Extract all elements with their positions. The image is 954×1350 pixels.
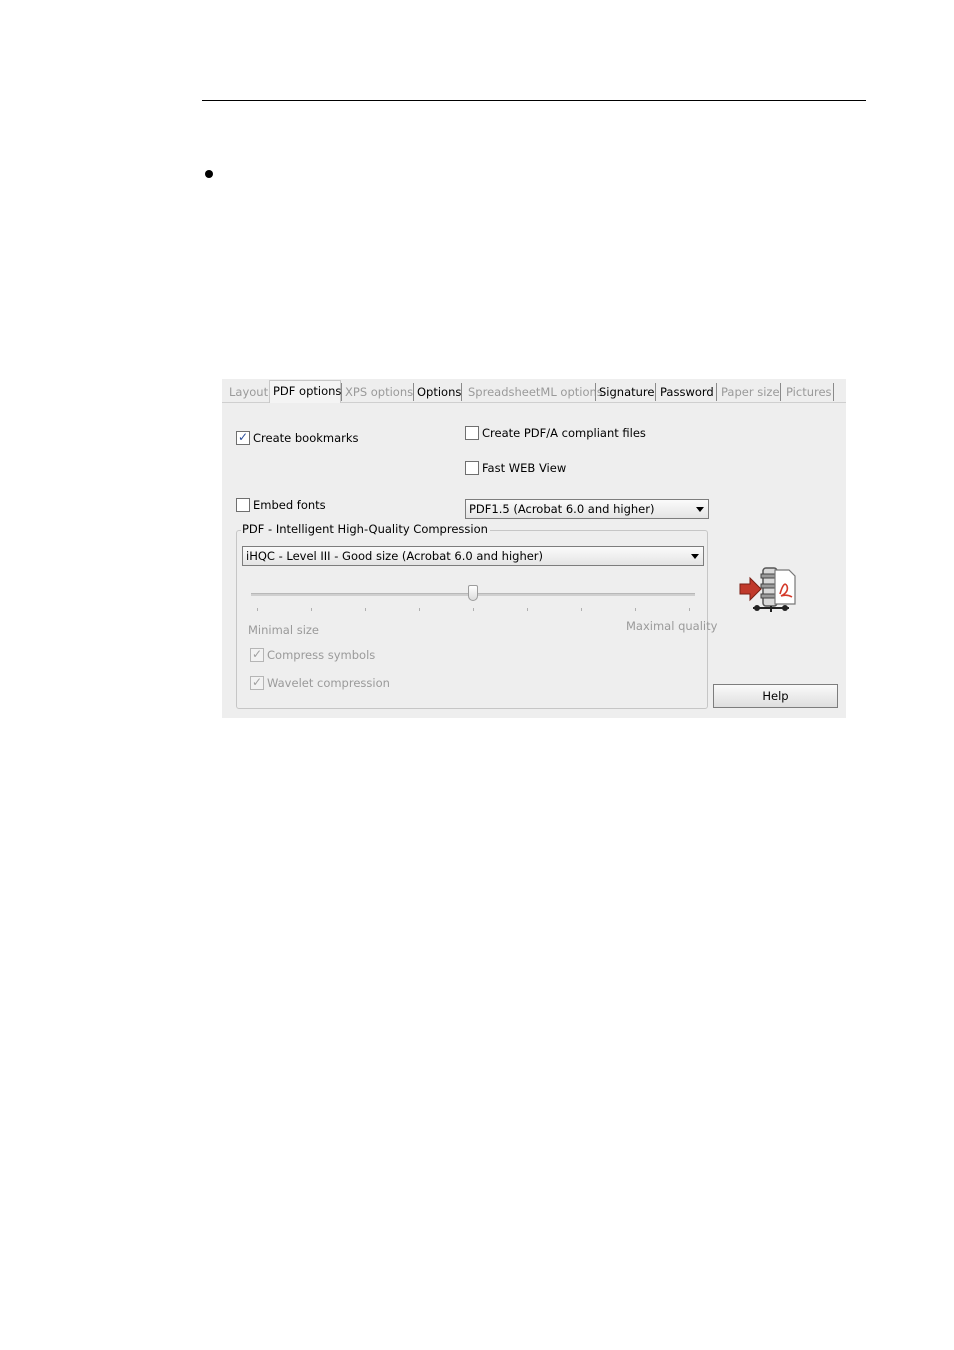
- checkbox-box: ✓: [250, 675, 264, 690]
- chevron-down-icon: [691, 554, 699, 559]
- tab-bar: Layout PDF options XPS options Options S…: [222, 379, 846, 403]
- slider-tick: [581, 608, 582, 611]
- checkmark-icon: ✓: [251, 675, 263, 689]
- tab-label: Paper size: [721, 385, 780, 399]
- compression-level-value: iHQC - Level III - Good size (Acrobat 6.…: [246, 549, 544, 563]
- wavelet-compression-checkbox[interactable]: ✓ Wavelet compression: [250, 675, 390, 690]
- slider-tick: [257, 608, 258, 611]
- fast-web-view-checkbox[interactable]: Fast WEB View: [465, 461, 566, 475]
- pdf-options-dialog: Layout PDF options XPS options Options S…: [222, 379, 846, 718]
- tab-label: Options: [417, 385, 462, 399]
- compression-level-select[interactable]: iHQC - Level III - Good size (Acrobat 6.…: [242, 546, 704, 566]
- slider-tick: [419, 608, 420, 611]
- create-bookmarks-label: Create bookmarks: [253, 431, 359, 445]
- checkbox-box: ✓: [236, 430, 250, 445]
- slider-tick: [311, 608, 312, 611]
- checkmark-icon: ✓: [237, 430, 249, 444]
- tab-spreadsheetml-options[interactable]: SpreadsheetML options: [465, 382, 603, 402]
- pdf-version-select[interactable]: PDF1.5 (Acrobat 6.0 and higher): [465, 499, 709, 519]
- tab-label: Signature: [599, 385, 655, 399]
- slider-min-label: Minimal size: [248, 623, 319, 637]
- checkbox-box: ✓: [250, 647, 264, 662]
- tab-label: PDF options: [273, 384, 342, 398]
- embed-fonts-label: Embed fonts: [253, 498, 326, 512]
- slider-tick: [527, 608, 528, 611]
- compression-group-title: PDF - Intelligent High-Quality Compressi…: [241, 522, 490, 537]
- checkbox-box: [465, 461, 479, 475]
- create-bookmarks-checkbox[interactable]: ✓ Create bookmarks: [236, 430, 359, 445]
- header-rule: [202, 100, 866, 101]
- tab-label: Pictures: [786, 385, 832, 399]
- bullet-point: [205, 170, 213, 178]
- slider-max-label: Maximal quality: [626, 619, 718, 633]
- tab-signature[interactable]: Signature: [596, 382, 654, 402]
- checkmark-icon: ✓: [251, 647, 263, 661]
- tab-label: Layout: [229, 385, 269, 399]
- help-button[interactable]: Help: [713, 684, 838, 708]
- tab-password[interactable]: Password: [657, 382, 717, 402]
- tab-separator: [780, 383, 781, 401]
- tab-separator: [716, 383, 717, 401]
- tab-pictures[interactable]: Pictures: [783, 382, 833, 402]
- tab-label: XPS options: [345, 385, 414, 399]
- tab-paper-size[interactable]: Paper size: [718, 382, 780, 402]
- fast-web-view-label: Fast WEB View: [482, 461, 567, 475]
- compress-symbols-label: Compress symbols: [267, 648, 376, 662]
- tab-separator: [461, 383, 462, 401]
- quality-slider-handle[interactable]: [468, 585, 478, 601]
- pdf-compress-icon: [739, 567, 796, 612]
- checkbox-box: [236, 498, 250, 512]
- slider-tick: [365, 608, 366, 611]
- tab-separator: [655, 383, 656, 401]
- create-pdfa-checkbox[interactable]: Create PDF/A compliant files: [465, 426, 646, 440]
- slider-tick: [635, 608, 636, 611]
- wavelet-compression-label: Wavelet compression: [267, 676, 390, 690]
- checkbox-box: [465, 426, 479, 440]
- tab-layout[interactable]: Layout: [226, 382, 270, 402]
- slider-tick: [473, 608, 474, 611]
- slider-tick: [689, 608, 690, 611]
- compress-symbols-checkbox[interactable]: ✓ Compress symbols: [250, 647, 376, 662]
- chevron-down-icon: [696, 507, 704, 512]
- create-pdfa-label: Create PDF/A compliant files: [482, 426, 646, 440]
- tab-options[interactable]: Options: [414, 382, 461, 402]
- embed-fonts-checkbox[interactable]: Embed fonts: [236, 498, 326, 512]
- tab-xps-options[interactable]: XPS options: [342, 382, 414, 402]
- pdf-version-value: PDF1.5 (Acrobat 6.0 and higher): [469, 502, 655, 516]
- tab-label: Password: [660, 385, 714, 399]
- tab-pdf-options[interactable]: PDF options: [269, 380, 341, 403]
- tab-separator: [833, 383, 834, 401]
- tab-label: SpreadsheetML options: [468, 385, 603, 399]
